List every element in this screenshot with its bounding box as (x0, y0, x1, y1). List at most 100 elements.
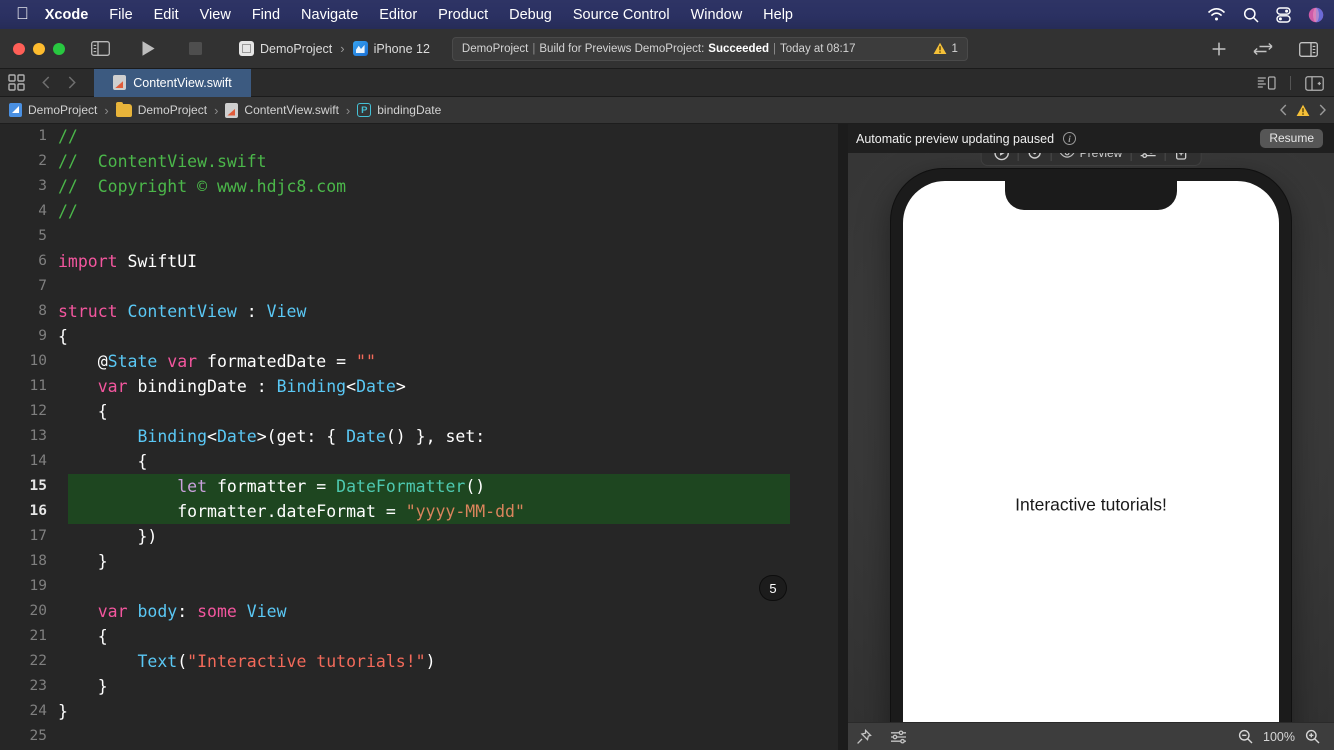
code-line-10[interactable]: 10 @State var formatedDate = "" (0, 349, 838, 374)
build-status-bar[interactable]: DemoProject | Build for Previews DemoPro… (451, 36, 968, 61)
control-center-icon[interactable] (1276, 6, 1291, 23)
code-line-25[interactable]: 25 (0, 724, 838, 749)
device-screen[interactable]: Interactive tutorials! (903, 181, 1279, 750)
add-editor-icon[interactable] (1305, 75, 1324, 91)
code-text: }) (58, 524, 838, 549)
zoom-button[interactable] (53, 42, 65, 55)
code-line-9[interactable]: 9{ (0, 324, 838, 349)
menu-item-help[interactable]: Help (763, 7, 793, 23)
menu-item-file[interactable]: File (109, 7, 132, 23)
code-token: } (58, 677, 108, 696)
window-controls (13, 42, 65, 55)
menu-item-editor[interactable]: Editor (379, 7, 417, 23)
menu-item-product[interactable]: Product (438, 7, 488, 23)
scheme-selector[interactable]: DemoProject › iPhone 12 (239, 41, 430, 56)
close-button[interactable] (13, 42, 25, 55)
code-line-5[interactable]: 5 (0, 224, 838, 249)
code-line-16[interactable]: 16 formatter.dateFormat = "yyyy-MM-dd" (0, 499, 838, 524)
menu-item-window[interactable]: Window (691, 7, 743, 23)
warning-triangle-icon (933, 42, 946, 54)
inspector-toggle-icon[interactable] (1299, 41, 1318, 57)
editor-preview-divider[interactable] (838, 124, 848, 750)
info-circle-icon[interactable]: i (1063, 132, 1077, 145)
warning-triangle-icon[interactable] (1296, 104, 1310, 117)
breadcrumb-label-1: DemoProject (137, 103, 208, 117)
status-project: DemoProject (461, 42, 529, 55)
code-token: // (58, 127, 78, 146)
apple-logo-icon[interactable]:  (16, 5, 29, 22)
zoom-in-icon[interactable] (1305, 729, 1320, 744)
pin-icon[interactable] (856, 728, 872, 745)
execution-count-badge[interactable]: 5 (760, 576, 786, 600)
code-text: formatter.dateFormat = "yyyy-MM-dd" (58, 499, 838, 524)
code-token: @ (58, 352, 108, 371)
code-line-23[interactable]: 23 } (0, 674, 838, 699)
breadcrumb-item-symbol[interactable]: P bindingDate (357, 103, 441, 117)
code-line-8[interactable]: 8 struct ContentView : View (0, 299, 838, 324)
menu-item-navigate[interactable]: Navigate (301, 7, 358, 23)
code-line-15[interactable]: 15 let formatter = DateFormatter() (0, 474, 838, 499)
chevron-right-icon[interactable] (1319, 104, 1326, 116)
code-line-20[interactable]: 20 var body: some View (0, 599, 838, 624)
minimize-button[interactable] (33, 42, 45, 55)
chevron-left-icon[interactable] (1280, 104, 1287, 116)
code-line-11[interactable]: 11 var bindingDate : Binding<Date> (0, 374, 838, 399)
preview-canvas-pane: Preview Interactive tutorials! Automatic… (848, 124, 1334, 750)
code-line-3[interactable]: 3 // Copyright © www.hdjc8.com (0, 174, 838, 199)
code-editor[interactable]: 1 // 2 // ContentView.swift 3 // Copyright © … (0, 124, 838, 750)
run-play-icon[interactable] (141, 40, 156, 57)
code-review-arrows-icon[interactable] (1253, 42, 1273, 56)
code-line-17[interactable]: 17 }) (0, 524, 838, 549)
menu-item-source-control[interactable]: Source Control (573, 7, 670, 23)
code-token: Binding (276, 377, 347, 396)
resume-button[interactable]: Resume (1260, 129, 1323, 148)
code-token: ContentView (117, 302, 237, 321)
code-line-14[interactable]: 14 { (0, 449, 838, 474)
code-line-2[interactable]: 2 // ContentView.swift (0, 149, 838, 174)
menu-item-view[interactable]: View (200, 7, 231, 23)
menu-item-edit[interactable]: Edit (154, 7, 179, 23)
code-line-13[interactable]: 13 Binding<Date>(get: { Date() }, set: (0, 424, 838, 449)
menu-item-xcode[interactable]: Xcode (45, 7, 89, 23)
tab-grid-icon[interactable] (8, 74, 25, 91)
siri-icon[interactable] (1308, 7, 1324, 23)
chevron-right-icon[interactable] (68, 76, 76, 89)
code-line-7[interactable]: 7 (0, 274, 838, 299)
sliders-icon[interactable] (890, 729, 907, 744)
menu-item-debug[interactable]: Debug (509, 7, 552, 23)
tab-contentview-swift[interactable]: ContentView.swift (94, 68, 251, 97)
chevron-left-icon[interactable] (42, 76, 50, 89)
breadcrumb-label-3: bindingDate (377, 103, 442, 117)
preview-device-frame[interactable]: Interactive tutorials! (891, 169, 1291, 750)
zoom-out-icon[interactable] (1238, 729, 1253, 744)
menu-item-find[interactable]: Find (252, 7, 280, 23)
code-text: } (58, 674, 838, 699)
status-warning-group[interactable]: 1 (933, 42, 958, 55)
code-lines: 1 // 2 // ContentView.swift 3 // Copyright © … (0, 124, 838, 749)
breadcrumb-item-project[interactable]: DemoProject (9, 103, 97, 117)
plus-icon[interactable] (1211, 41, 1227, 57)
line-number: 11 (29, 378, 47, 394)
breadcrumb-item-file[interactable]: ContentView.swift (225, 102, 339, 118)
wifi-icon[interactable] (1207, 7, 1226, 22)
sidebar-toggle-icon[interactable] (91, 41, 110, 56)
code-line-4[interactable]: 4 // (0, 199, 838, 224)
minimap-icon[interactable] (1257, 76, 1276, 90)
breadcrumb-item-folder[interactable]: DemoProject (115, 101, 208, 117)
stop-square-icon[interactable] (189, 42, 202, 55)
code-line-24[interactable]: 24} (0, 699, 838, 724)
line-number: 1 (38, 128, 47, 144)
code-line-6[interactable]: 6 import SwiftUI (0, 249, 838, 274)
code-line-19[interactable]: 19 (0, 574, 838, 599)
code-line-22[interactable]: 22 Text("Interactive tutorials!") (0, 649, 838, 674)
code-line-21[interactable]: 21 { (0, 624, 838, 649)
code-line-12[interactable]: 12 { (0, 399, 838, 424)
code-line-1[interactable]: 1 // (0, 124, 838, 149)
line-number: 21 (29, 628, 47, 644)
code-line-18[interactable]: 18 } (0, 549, 838, 574)
search-icon[interactable] (1243, 7, 1259, 23)
preview-bottom-left (848, 728, 907, 745)
